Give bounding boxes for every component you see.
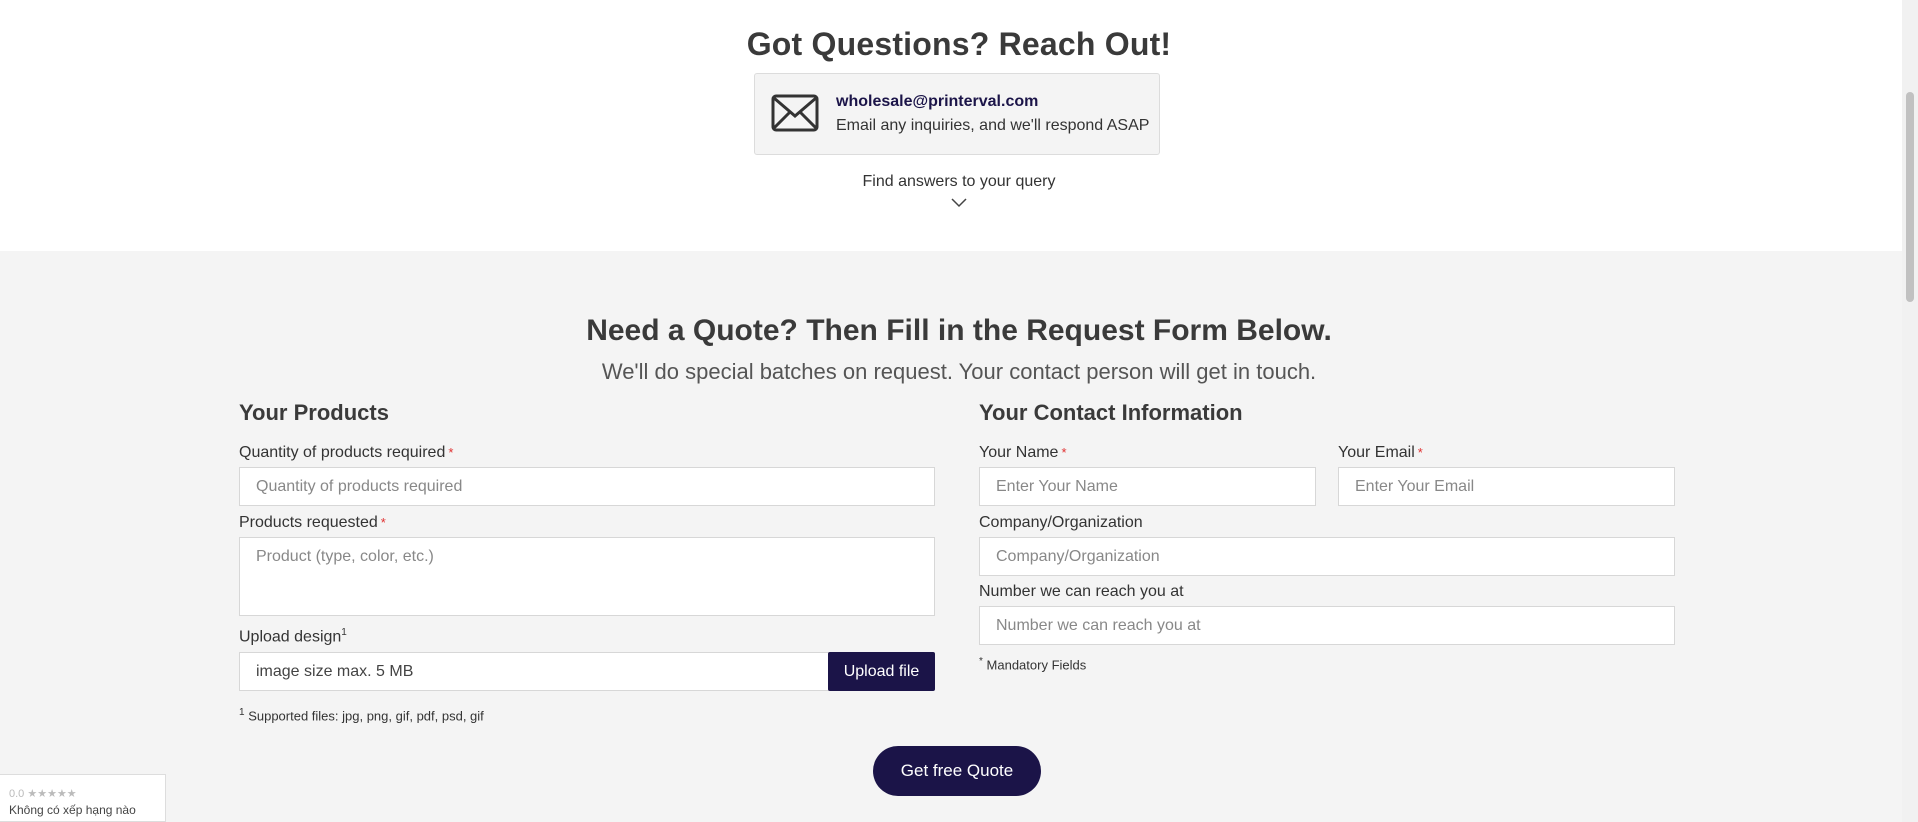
faq-link[interactable]: Find answers to your query — [0, 173, 1918, 191]
rating-score: 0.0 ★★★★★ — [9, 788, 77, 800]
mandatory-fields-note: * Mandatory Fields — [979, 656, 1087, 673]
upload-design-label: Upload design1 — [239, 627, 347, 646]
phone-input[interactable]: Number we can reach you at — [979, 606, 1675, 645]
quantity-label: Quantity of products required * — [239, 444, 454, 461]
form-title: Need a Quote? Then Fill in the Request F… — [586, 314, 1332, 347]
contact-section: Got Questions? Reach Out! wholesale@prin… — [0, 0, 1918, 251]
form-subtitle: We'll do special batches on request. You… — [601, 359, 1317, 384]
products-requested-textarea[interactable]: Product (type, color, etc.) — [239, 537, 935, 616]
products-heading: Your Products — [239, 400, 389, 425]
products-requested-label: Products requested * — [239, 514, 386, 531]
page-scrollbar[interactable] — [1902, 0, 1918, 822]
name-input[interactable]: Enter Your Name — [979, 467, 1316, 506]
envelope-icon — [771, 94, 819, 132]
get-free-quote-button[interactable]: Get free Quote — [873, 746, 1041, 796]
upload-file-field[interactable]: image size max. 5 MB — [239, 652, 829, 691]
supported-files-note: 1 Supported files: jpg, png, gif, pdf, p… — [239, 707, 484, 724]
name-label: Your Name * — [979, 444, 1067, 461]
star-rating-icon: ★★★★★ — [27, 788, 77, 800]
rating-text: Không có xếp hạng nào — [9, 803, 136, 817]
contact-email-link[interactable]: wholesale@printerval.com — [836, 93, 1038, 111]
contact-title: Got Questions? Reach Out! — [746, 26, 1172, 62]
required-mark: * — [1417, 445, 1423, 460]
required-mark: * — [448, 445, 454, 460]
quantity-input[interactable]: Quantity of products required — [239, 467, 935, 506]
rating-widget[interactable]: 0.0 ★★★★★ Không có xếp hạng nào — [0, 774, 166, 822]
email-input[interactable]: Enter Your Email — [1338, 467, 1675, 506]
email-label: Your Email * — [1338, 444, 1423, 461]
scrollbar-thumb[interactable] — [1906, 92, 1914, 302]
company-label: Company/Organization — [979, 514, 1143, 531]
phone-label: Number we can reach you at — [979, 583, 1184, 600]
company-input[interactable]: Company/Organization — [979, 537, 1675, 576]
contact-card: wholesale@printerval.com Email any inqui… — [754, 73, 1160, 155]
chevron-down-icon[interactable] — [951, 197, 967, 208]
quote-form-section: Need a Quote? Then Fill in the Request F… — [0, 251, 1918, 822]
required-mark: * — [1061, 445, 1067, 460]
upload-file-button[interactable]: Upload file — [828, 652, 935, 691]
required-mark: * — [380, 515, 386, 530]
contact-description: Email any inquiries, and we'll respond A… — [836, 117, 1150, 134]
contact-info-heading: Your Contact Information — [979, 400, 1243, 425]
